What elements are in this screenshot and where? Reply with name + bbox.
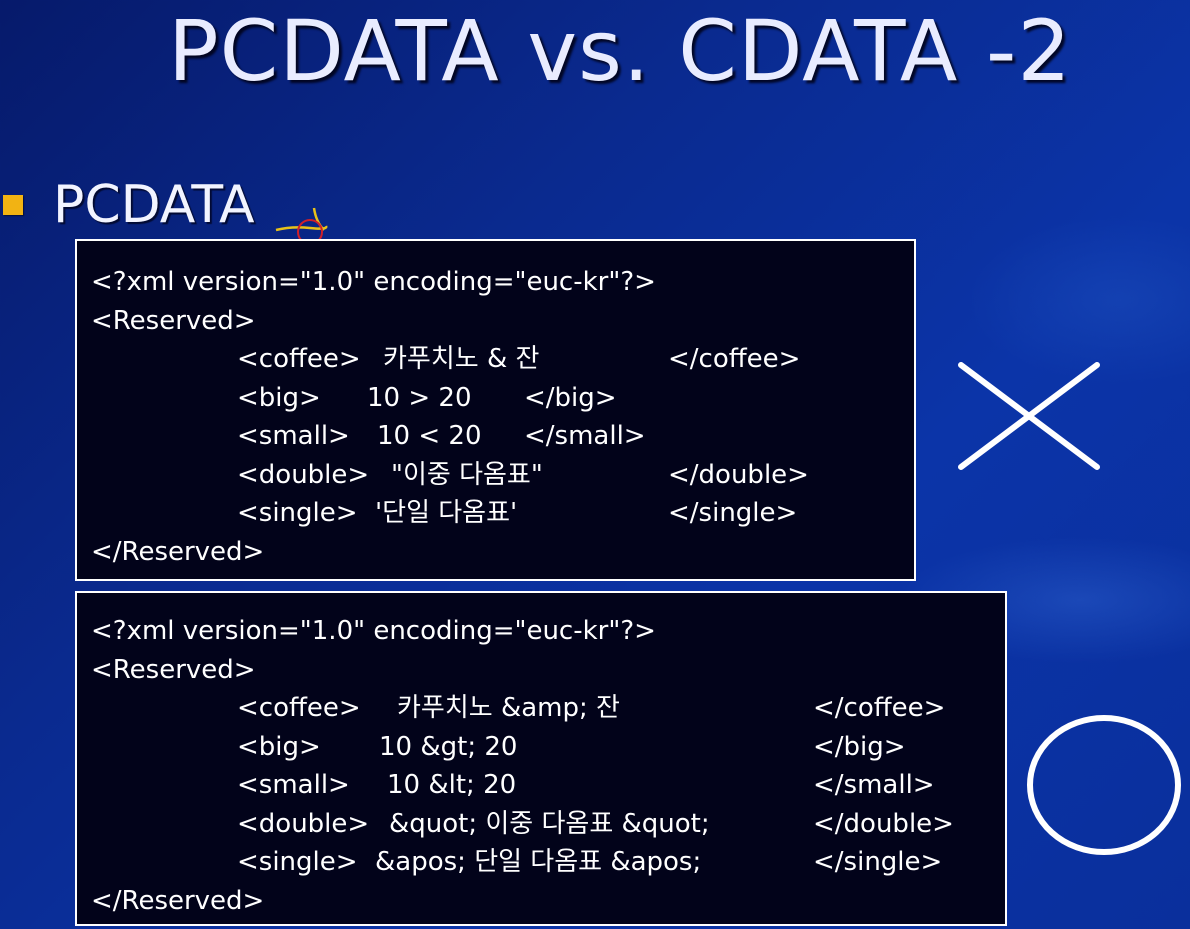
tag-content: &apos; 단일 다옴표 &apos; [375,847,702,877]
code-text: </Reserved> [91,885,265,916]
open-tag: <single> [237,498,358,528]
circle-mark-icon [1027,715,1181,855]
open-tag: <small> [237,770,350,800]
code-line: <big> 10 &gt; 20 </big> [91,728,1005,767]
close-tag: </single> [813,847,943,877]
open-tag: <coffee> [237,693,361,723]
bullet-square-icon [3,195,23,215]
tag-content: 10 &lt; 20 [387,770,517,800]
close-tag: </big> [813,731,906,762]
close-tag: </big> [524,382,617,413]
code-line: <double> &quot; 이중 다옴표 &quot; </double> [91,805,1005,844]
close-tag: </double> [668,459,809,490]
code-line: <Reserved> [91,302,914,341]
code-line: <?xml version="1.0" encoding="euc-kr"?> [91,612,1005,651]
code-line: <big> 10 > 20 </big> [91,379,914,418]
tag-content: 10 &gt; 20 [379,731,518,762]
code-line: <small> 10 < 20 </small> [91,417,914,456]
open-tag: <single> [237,847,358,877]
x-mark-icon [958,362,1100,470]
tag-content: 카푸치노 &amp; 잔 [397,693,620,723]
tag-content: 카푸치노 & 잔 [383,344,540,374]
code-line: <single> '단일 다옴표' </single> [91,494,914,533]
open-tag: <coffee> [237,344,361,374]
code-line: <Reserved> [91,651,1005,690]
close-tag: </small> [524,421,646,451]
close-tag: </coffee> [813,693,946,723]
code-text: <Reserved> [91,305,256,336]
code-example-invalid: <?xml version="1.0" encoding="euc-kr"?> … [75,239,916,581]
slide-title: PCDATA vs. CDATA -2 [168,2,1072,100]
code-text: <?xml version="1.0" encoding="euc-kr"?> [91,616,656,646]
close-tag: </small> [813,770,935,800]
open-tag: <big> [237,731,321,762]
code-line: <coffee> 카푸치노 & 잔 </coffee> [91,340,914,379]
code-example-valid: <?xml version="1.0" encoding="euc-kr"?> … [75,591,1007,926]
code-text: <?xml version="1.0" encoding="euc-kr"?> [91,267,656,297]
code-line: </Reserved> [91,882,1005,921]
code-text: </Reserved> [91,536,265,567]
open-tag: <double> [237,459,370,490]
tag-content: 10 < 20 [377,421,482,451]
code-line: <small> 10 &lt; 20 </small> [91,766,1005,805]
open-tag: <big> [237,382,321,413]
bullet-label: PCDATA [53,175,255,235]
bullet-item: PCDATA [3,170,255,240]
tag-content: '단일 다옴표' [375,498,518,528]
code-line: <coffee> 카푸치노 &amp; 잔 </coffee> [91,689,1005,728]
code-line: <double> "이중 다옴표" </double> [91,456,914,495]
code-line: <single> &apos; 단일 다옴표 &apos; </single> [91,843,1005,882]
close-tag: </double> [813,808,954,839]
tag-content: &quot; 이중 다옴표 &quot; [389,808,710,839]
code-text: <Reserved> [91,654,256,685]
close-tag: </single> [668,498,798,528]
code-line: <?xml version="1.0" encoding="euc-kr"?> [91,263,914,302]
tag-content: 10 > 20 [367,382,472,413]
code-line: </Reserved> [91,533,914,572]
close-tag: </coffee> [668,344,801,374]
tag-content: "이중 다옴표" [391,459,543,490]
open-tag: <double> [237,808,370,839]
open-tag: <small> [237,421,350,451]
